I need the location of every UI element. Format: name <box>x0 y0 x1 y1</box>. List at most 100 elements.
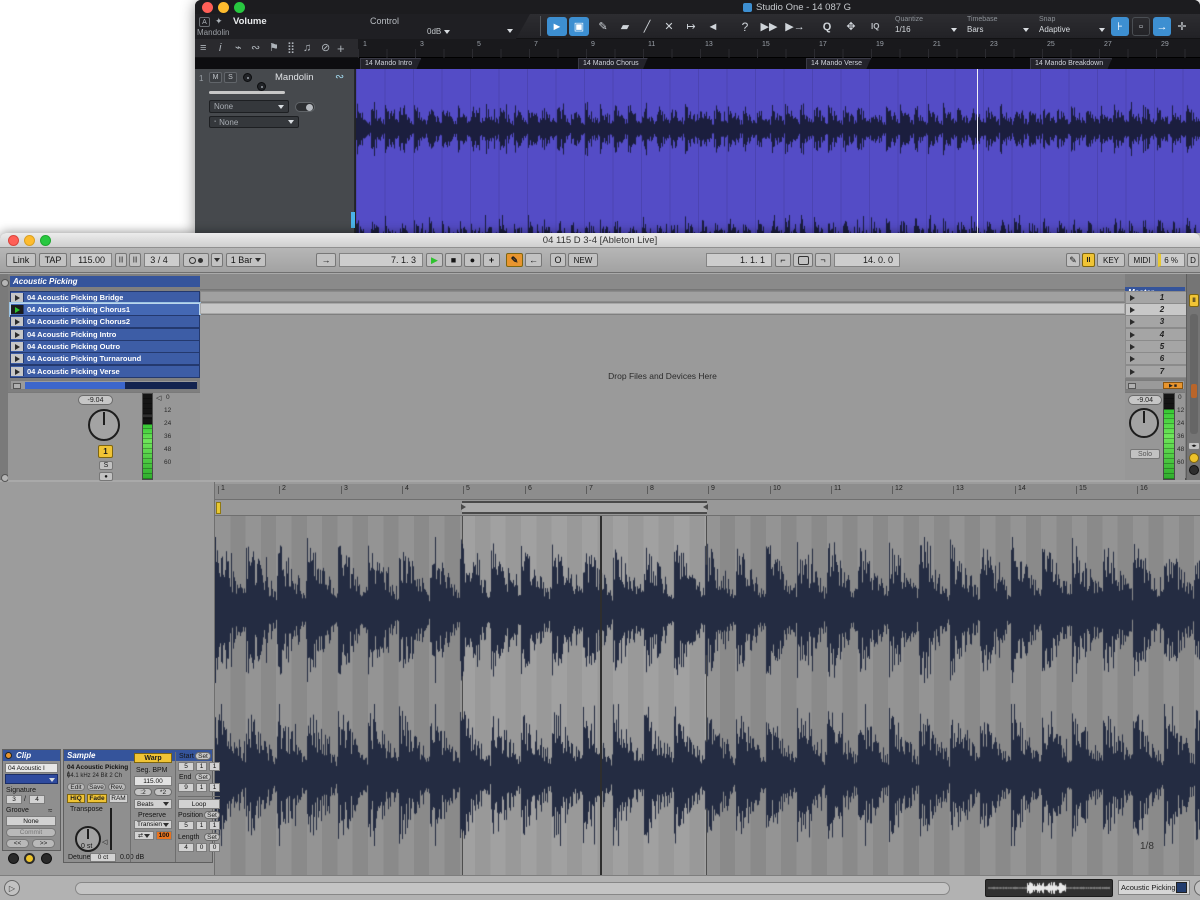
master-volume-value[interactable]: -9.04 <box>1128 395 1162 405</box>
scene-launch-button[interactable] <box>1126 342 1138 351</box>
session-scrollbar[interactable] <box>1190 314 1198 434</box>
fade-toggle[interactable]: Fade <box>87 794 107 803</box>
marker-icon[interactable]: ⚑ <box>269 43 279 54</box>
inspector-icon[interactable]: i <box>219 43 221 54</box>
scene-launch-button[interactable] <box>1126 330 1138 339</box>
arrangement-overview[interactable] <box>985 879 1113 897</box>
draw-mode-button[interactable]: ✎ <box>506 253 523 267</box>
loop-end-handle[interactable] <box>703 504 708 510</box>
tap-tempo-button[interactable]: TAP <box>39 253 67 267</box>
drop-area-row[interactable] <box>200 291 1125 302</box>
quantize-group[interactable]: Quantize 1/16 <box>895 16 957 34</box>
loop-brace[interactable] <box>462 501 707 514</box>
insert-slot-2[interactable]: ▪None <box>209 116 299 128</box>
metronome-toggle[interactable] <box>183 253 209 267</box>
mute-tool[interactable]: ✕ <box>659 17 679 36</box>
end-sixteenth[interactable]: 1 <box>209 783 220 792</box>
tool-icon[interactable]: ⌁ <box>235 43 242 54</box>
pan-knob[interactable] <box>243 73 252 82</box>
follow-playhead-toggle[interactable]: → <box>1153 17 1171 36</box>
clip-color-chooser[interactable] <box>5 774 58 784</box>
track-solo-button[interactable]: S <box>99 461 113 470</box>
follow-button[interactable]: → <box>316 253 336 267</box>
back-to-arrangement-button[interactable]: ▶■ <box>1163 382 1183 389</box>
sample-waveform-display[interactable]: 1/8 <box>215 516 1200 875</box>
track-title[interactable]: Acoustic Picking <box>10 276 200 287</box>
start-bar[interactable]: 5 <box>178 762 194 771</box>
tempo-field[interactable]: 115.00 <box>70 253 112 267</box>
edit-button[interactable]: Edit <box>67 783 85 791</box>
grid-icon[interactable]: ⣿ <box>287 43 295 54</box>
end-beat[interactable]: 1 <box>196 783 207 792</box>
track-volume-knob[interactable] <box>88 409 120 441</box>
timeline-ruler[interactable]: 1 3 5 7 9 11 13 15 17 19 21 23 25 27 29 … <box>358 39 1200 58</box>
close-button[interactable] <box>202 2 213 13</box>
scene-launch-button[interactable] <box>1126 293 1138 302</box>
io-section-toggle[interactable]: II <box>1189 294 1199 307</box>
end-set-button[interactable]: Set <box>195 773 211 781</box>
start-beat[interactable]: 1 <box>196 762 207 771</box>
seg-bpm-field[interactable]: 115.00 <box>134 776 172 786</box>
scene-launch-button[interactable] <box>1126 317 1138 326</box>
clip-launch-button[interactable] <box>11 354 24 363</box>
midi-map-button[interactable]: MIDI <box>1128 253 1156 267</box>
scroll-indicator[interactable] <box>351 212 355 228</box>
length-set-button[interactable]: Set <box>204 833 220 841</box>
crosshair-toggle[interactable]: ✛ <box>1174 17 1190 36</box>
add-track-icon[interactable]: + <box>337 42 345 55</box>
stop-button[interactable]: ■ <box>445 253 462 267</box>
pencil-tool[interactable]: ✎ <box>593 17 613 36</box>
loop-start-handle[interactable] <box>461 504 466 510</box>
track-activator-button[interactable]: 1 <box>98 445 113 458</box>
clip-name-field[interactable]: 04 Acoustic I <box>5 763 58 773</box>
insert-slot-1[interactable]: None <box>209 100 289 113</box>
clip-launch-button[interactable] <box>11 342 24 351</box>
clip-box-toggle[interactable] <box>8 853 19 864</box>
half-tempo-button[interactable]: :2 <box>134 788 152 796</box>
snap-group[interactable]: Snap Adaptive <box>1039 16 1105 34</box>
clip-activator-icon[interactable] <box>5 752 12 759</box>
track-volume-value[interactable]: -9.04 <box>78 395 113 405</box>
nudge-back-button[interactable]: << <box>6 839 29 848</box>
back-to-arrangement-button[interactable]: ← <box>525 253 542 267</box>
clip-launch-button[interactable] <box>11 330 24 339</box>
gain-knob[interactable] <box>257 82 266 91</box>
transient-loop-mode-menu[interactable]: ⇄ <box>134 831 154 840</box>
right-status-icon[interactable] <box>1194 880 1200 896</box>
start-sixteenth[interactable]: 1 <box>209 762 220 771</box>
beat-time-ruler[interactable]: 1 2 3 4 5 6 7 8 9 10 11 12 13 14 15 16 <box>215 484 1200 500</box>
clip-launch-button[interactable] <box>11 293 24 302</box>
scene-row[interactable]: 3 <box>1125 315 1187 328</box>
macro-icon[interactable]: ✥ <box>841 17 861 36</box>
control-label[interactable]: Control <box>370 16 399 26</box>
detune-value[interactable]: 0 ct <box>90 853 116 862</box>
clip-slot[interactable]: 04 Acoustic Picking Chorus2 <box>10 315 200 328</box>
clip-launch-button[interactable] <box>11 367 24 376</box>
transient-envelope-value[interactable]: 100 <box>156 831 172 840</box>
transients-menu[interactable]: Transien <box>134 820 172 829</box>
zoom-button[interactable] <box>234 2 245 13</box>
input-quantize-button[interactable]: IQ <box>871 22 879 31</box>
punch-out-button[interactable]: ¬ <box>815 253 831 267</box>
signature-denominator[interactable]: 4 <box>29 795 45 804</box>
listen-tool[interactable]: ◄ <box>703 17 723 36</box>
automation-icon[interactable]: ∾ <box>251 43 260 54</box>
position-sixteenth[interactable]: 1 <box>209 821 220 830</box>
scene-row[interactable]: 6 <box>1125 352 1187 365</box>
length-beat[interactable]: 0 <box>196 843 207 852</box>
ram-toggle[interactable]: RAM <box>109 794 128 803</box>
position-set-button[interactable]: Set <box>204 811 220 819</box>
double-tempo-button[interactable]: *2 <box>154 788 172 796</box>
clip-stop-button[interactable] <box>13 383 21 389</box>
link-button[interactable]: Link <box>6 253 36 267</box>
scene-launch-button[interactable] <box>1126 354 1138 363</box>
position-beat[interactable]: 1 <box>196 821 207 830</box>
position-bar[interactable]: 5 <box>178 821 194 830</box>
crossfade-section-toggle[interactable]: ◂▸ <box>1188 442 1200 450</box>
automation-badge[interactable]: A <box>199 17 210 27</box>
waveform-view-icon[interactable]: ∾ <box>335 72 344 83</box>
master-volume-knob[interactable] <box>1129 408 1159 438</box>
arrow-tool[interactable]: ► <box>547 17 567 36</box>
punch-in-button[interactable]: ⌐ <box>775 253 791 267</box>
track-arm-button[interactable]: ● <box>99 472 113 481</box>
